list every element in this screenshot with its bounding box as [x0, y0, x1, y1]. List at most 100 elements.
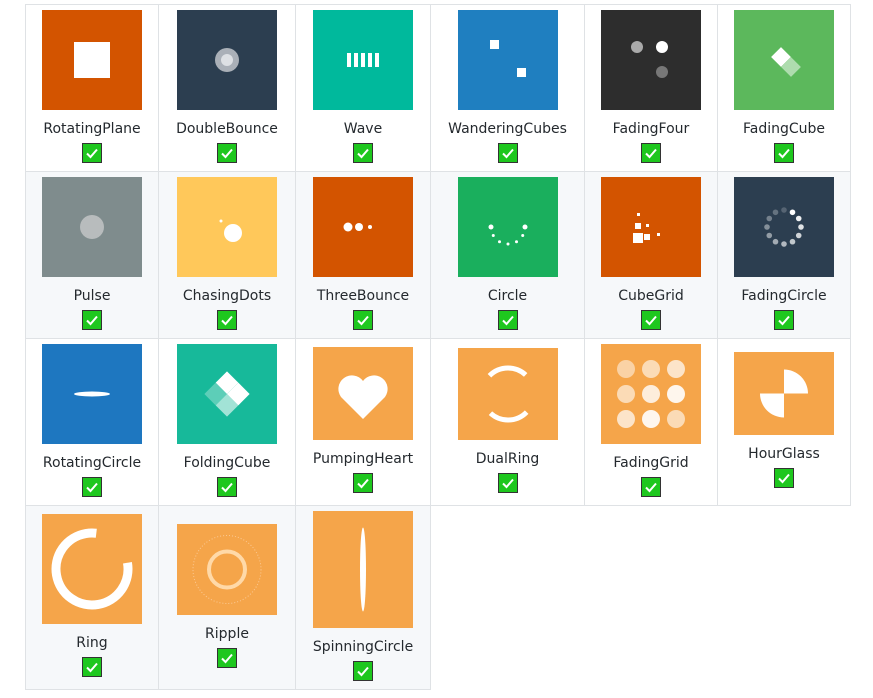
checkbox-checked[interactable]: [353, 660, 373, 681]
checkbox-checked[interactable]: [774, 468, 794, 488]
dual-ring-preview-icon: [457, 347, 558, 440]
check-icon: [501, 478, 514, 488]
spinner-name: PumpingHeart: [312, 451, 414, 467]
check-icon: [221, 482, 233, 492]
spinner-name: ChasingDots: [182, 287, 272, 304]
spinner-cell: FadingCircle: [717, 171, 851, 339]
check-icon: [86, 662, 98, 673]
spinner-name: FadingFour: [612, 120, 690, 137]
spinner-cell: ChasingDots: [158, 171, 296, 339]
check-icon: [501, 315, 514, 325]
checkbox-checked[interactable]: [774, 142, 794, 163]
checkbox-checked[interactable]: [82, 309, 102, 330]
checkbox-checked[interactable]: [353, 142, 373, 163]
spinner-cell: Ring: [25, 505, 159, 690]
double-bounce-preview-icon: [177, 9, 277, 110]
table-row: RotatingCircle FoldingCube PumpingHeart …: [25, 338, 851, 506]
spinner-cell: HourGlass: [717, 338, 851, 506]
check-icon: [645, 482, 657, 492]
spinner-cell: WanderingCubes: [430, 4, 585, 172]
spinner-name: WanderingCubes: [448, 120, 567, 137]
checkbox-checked[interactable]: [217, 647, 237, 668]
pulse-preview-icon: [42, 176, 142, 277]
spinner-name: CubeGrid: [618, 287, 684, 304]
spinner-cell: ThreeBounce: [295, 171, 431, 339]
spinner-cell: FadingFour: [584, 4, 718, 172]
rotating-circle-preview-icon: [42, 343, 142, 444]
checkbox-checked[interactable]: [82, 142, 102, 163]
spinner-cell: Ripple: [158, 505, 296, 690]
checkbox-checked[interactable]: [82, 657, 102, 677]
check-icon: [86, 148, 98, 158]
spinner-name: FoldingCube: [183, 454, 271, 471]
checkbox-checked[interactable]: [353, 473, 373, 493]
checkbox-checked[interactable]: [641, 476, 661, 497]
spinner-cell: PumpingHeart: [295, 338, 431, 506]
check-icon: [86, 315, 98, 325]
fading-circle-preview-icon: [734, 176, 834, 277]
hour-glass-preview-icon: [734, 352, 834, 435]
spinner-cell: CubeGrid: [584, 171, 718, 339]
ripple-preview-icon: [177, 523, 277, 615]
spinner-name: DoubleBounce: [176, 120, 278, 137]
spinner-name: SpinningCircle: [312, 638, 414, 655]
check-icon: [86, 482, 98, 492]
check-icon: [501, 148, 514, 158]
spinner-name: Ripple: [205, 625, 249, 642]
check-icon: [357, 148, 369, 158]
spinner-table: RotatingPlane DoubleBounce Wave Wanderin…: [25, 4, 851, 690]
empty-cell: [717, 505, 851, 690]
checkbox-checked[interactable]: [217, 309, 237, 330]
table-row: Ring Ripple SpinningCircle: [25, 505, 851, 690]
pumping-heart-preview-icon: [313, 347, 413, 440]
spinner-name: Wave: [343, 120, 383, 137]
check-icon: [221, 148, 233, 158]
fading-cube-preview-icon: [734, 9, 834, 110]
spinner-name: Ring: [76, 635, 108, 651]
spinner-name: RotatingPlane: [43, 120, 141, 137]
spinner-cell: FadingCube: [717, 4, 851, 172]
check-icon: [357, 478, 369, 489]
check-icon: [645, 148, 657, 158]
check-icon: [357, 315, 369, 325]
spinner-cell: DoubleBounce: [158, 4, 296, 172]
checkbox-checked[interactable]: [497, 309, 518, 330]
checkbox-checked[interactable]: [497, 142, 518, 163]
checkbox-checked[interactable]: [82, 476, 102, 497]
spinner-cell: FoldingCube: [158, 338, 296, 506]
spinner-name: DualRing: [475, 450, 540, 467]
checkbox-checked[interactable]: [353, 309, 373, 330]
check-icon: [778, 315, 790, 325]
table-row: Pulse ChasingDots ThreeBounce Circle Cub…: [25, 171, 851, 339]
spinner-cell: RotatingCircle: [25, 338, 159, 506]
spinner-name: Pulse: [73, 287, 111, 304]
checkbox-checked[interactable]: [217, 476, 237, 497]
check-icon: [778, 473, 790, 484]
check-icon: [778, 148, 790, 158]
spinner-name: FadingCube: [742, 120, 826, 137]
check-icon: [221, 653, 233, 663]
spinning-circle-preview-icon: [313, 510, 413, 628]
spinner-cell: DualRing: [430, 338, 585, 506]
check-icon: [357, 666, 369, 676]
spinner-name: ThreeBounce: [316, 287, 410, 304]
empty-cell: [584, 505, 718, 690]
ring-preview-icon: [42, 514, 142, 624]
wave-preview-icon: [313, 9, 413, 110]
table-row: RotatingPlane DoubleBounce Wave Wanderin…: [25, 4, 851, 172]
cube-grid-preview-icon: [601, 176, 701, 277]
checkbox-checked[interactable]: [641, 309, 661, 330]
checkbox-checked[interactable]: [217, 142, 237, 163]
spinner-cell: RotatingPlane: [25, 4, 159, 172]
checkbox-checked[interactable]: [774, 309, 794, 330]
checkbox-checked[interactable]: [641, 142, 661, 163]
spinner-cell: FadingGrid: [584, 338, 718, 506]
spinner-name: HourGlass: [748, 446, 820, 462]
empty-cell: [430, 505, 585, 690]
check-icon: [221, 315, 233, 325]
rotating-plane-preview-icon: [42, 9, 142, 110]
spinner-name: RotatingCircle: [42, 454, 142, 471]
three-bounce-preview-icon: [313, 176, 413, 277]
checkbox-checked[interactable]: [497, 472, 518, 493]
fading-four-preview-icon: [601, 9, 701, 110]
